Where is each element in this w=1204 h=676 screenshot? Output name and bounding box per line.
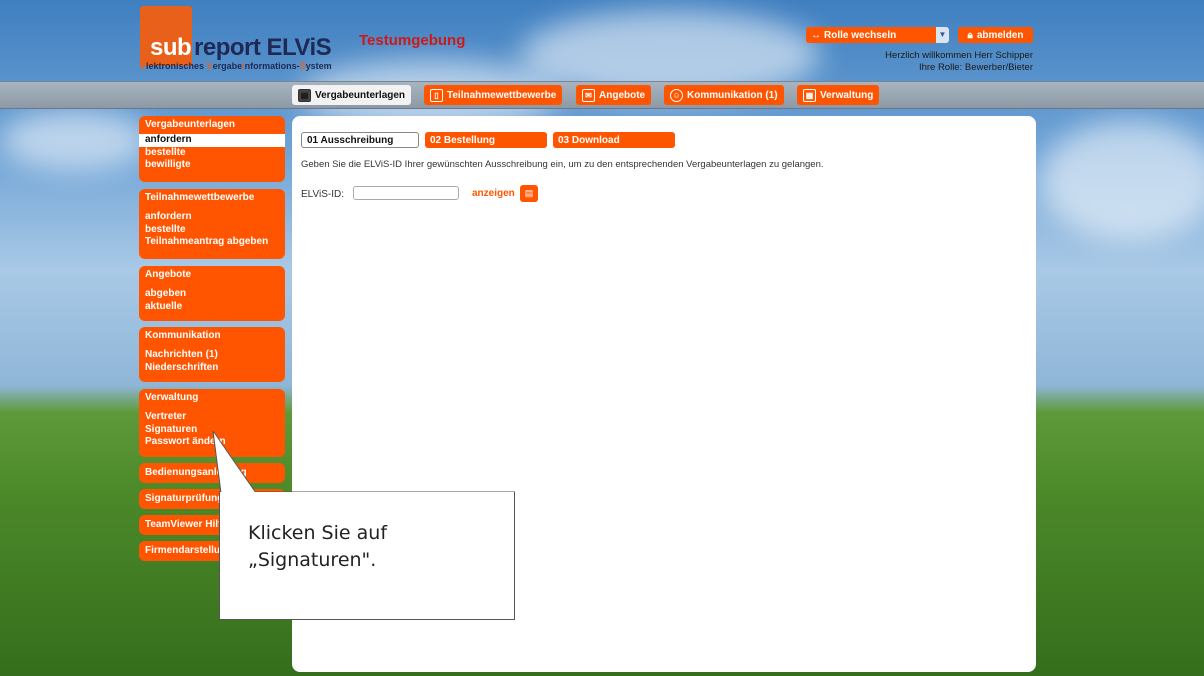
sidebar-item-signaturen[interactable]: Signaturen (139, 424, 285, 437)
nav-kommunikation[interactable]: ☺ Kommunikation (1) (664, 85, 784, 105)
sidebar-item-anfordern[interactable]: anfordern (139, 211, 285, 224)
sidebar-group-teilnahmewettbewerbe: Teilnahmewettbewerbe anfordern bestellte… (139, 189, 285, 259)
sidebar-item-bestellte[interactable]: bestellte (139, 147, 285, 160)
environment-label: Testumgebung (359, 32, 466, 49)
logo-tagline: Elektronisches Vergabeinformations-Syste… (140, 61, 332, 71)
show-link[interactable]: anzeigen (472, 188, 515, 199)
tagline-part: lektronisches (146, 61, 207, 71)
logo-sub: sub (150, 34, 192, 61)
nav-label: Kommunikation (1) (687, 89, 778, 101)
sidebar-group-title: Kommunikation (145, 330, 221, 341)
nav-label: Angebote (599, 89, 646, 101)
tab-download[interactable]: 03 Download (553, 132, 675, 148)
nav-label: Vergabeunterlagen (315, 89, 406, 101)
sidebar-item-nachrichten[interactable]: Nachrichten (1) (139, 349, 285, 362)
sidebar-item-teilnahmeantrag[interactable]: Teilnahmeantrag abgeben (139, 236, 285, 249)
document-icon: ▤ (298, 88, 311, 102)
sidebar-group-title: Teilnahmewettbewerbe (145, 192, 255, 203)
sidebar-item-anfordern[interactable]: anfordern (139, 134, 285, 147)
sidebar-group-title: Angebote (145, 269, 192, 280)
sidebar-single-label: Bedienungsanleitung (145, 467, 247, 478)
elvis-id-input[interactable] (353, 186, 459, 200)
nav-teilnahmewettbewerbe[interactable]: ▯ Teilnahmewettbewerbe (424, 85, 563, 105)
swap-arrows-icon: ↔ (811, 29, 821, 41)
tagline-part: ystem (305, 61, 332, 71)
sidebar-item-bestellte[interactable]: bestellte (139, 224, 285, 237)
grid-icon: ▦ (803, 88, 816, 102)
lock-icon: 🔒︎ (967, 29, 973, 41)
header: sub report ELViS Elektronisches Vergabei… (0, 0, 1204, 80)
sidebar-group-angebote: Angebote abgeben aktuelle (139, 266, 285, 321)
nav-label: Verwaltung (820, 89, 874, 101)
welcome-line: Herzlich willkommen Herr Schipper (885, 50, 1033, 61)
envelope-icon: ✉ (582, 88, 595, 102)
chevron-down-icon[interactable]: ▼ (936, 27, 949, 43)
search-document-icon[interactable]: ▤ (520, 185, 538, 202)
elvis-id-label: ELViS-ID: (301, 189, 344, 200)
logout-button[interactable]: 🔒︎ abmelden (958, 27, 1033, 43)
callout-line: Klicken Sie auf (248, 522, 388, 544)
logout-label: abmelden (976, 29, 1024, 41)
welcome-text: Herzlich willkommen Herr Schipper Ihre R… (885, 50, 1033, 74)
sidebar-item-niederschriften[interactable]: Niederschriften (139, 362, 285, 375)
callout-text: Klicken Sie auf „Signaturen". (248, 520, 387, 574)
step-tabs: 01 Ausschreibung 02 Bestellung 03 Downlo… (301, 132, 675, 148)
sidebar-item-passwort[interactable]: Passwort ändern (139, 436, 285, 449)
sidebar-group-verwaltung: Verwaltung Vertreter Signaturen Passwort… (139, 389, 285, 457)
sidebar-group-title: Vergabeunterlagen (145, 119, 236, 130)
role-switch-select[interactable]: ↔ Rolle wechseln ▼ (806, 27, 949, 43)
role-line: Ihre Rolle: Bewerber/Bieter (918, 62, 1033, 73)
logo-report: report ELViS (194, 34, 332, 61)
nav-angebote[interactable]: ✉ Angebote (576, 85, 652, 105)
tab-bestellung[interactable]: 02 Bestellung (425, 132, 547, 148)
sky-cloud (1040, 120, 1204, 240)
sidebar-bedienungsanleitung[interactable]: Bedienungsanleitung (139, 463, 285, 483)
role-switch-label: Rolle wechseln (824, 29, 897, 41)
tab-ausschreibung[interactable]: 01 Ausschreibung (301, 132, 419, 148)
sidebar-group-kommunikation: Kommunikation Nachrichten (1) Niederschr… (139, 327, 285, 382)
sidebar-item-abgeben[interactable]: abgeben (139, 288, 285, 301)
sidebar-item-bewilligte[interactable]: bewilligte (139, 159, 285, 172)
nav-verwaltung[interactable]: ▦ Verwaltung (797, 85, 880, 105)
nav-vergabeunterlagen[interactable]: ▤ Vergabeunterlagen (292, 85, 412, 105)
tagline-part: nformations- (244, 61, 300, 71)
callout-line: „Signaturen". (248, 549, 377, 571)
main-nav: ▤ Vergabeunterlagen ▯ Teilnahmewettbewer… (0, 81, 1204, 109)
sidebar-group-title: Verwaltung (145, 392, 199, 403)
sky-cloud (0, 110, 150, 170)
tagline-part: ergabe (212, 61, 243, 71)
form-icon: ▯ (430, 88, 443, 102)
chat-icon: ☺ (670, 88, 683, 102)
nav-label: Teilnahmewettbewerbe (447, 89, 557, 101)
sidebar-item-aktuelle[interactable]: aktuelle (139, 301, 285, 314)
callout-box: Klicken Sie auf „Signaturen". (219, 492, 515, 620)
instruction-text: Geben Sie die ELViS-ID Ihrer gewünschten… (301, 159, 824, 170)
sidebar-item-vertreter[interactable]: Vertreter (139, 411, 285, 424)
sidebar-group-vergabeunterlagen: Vergabeunterlagen anfordern bestellte be… (139, 116, 285, 182)
